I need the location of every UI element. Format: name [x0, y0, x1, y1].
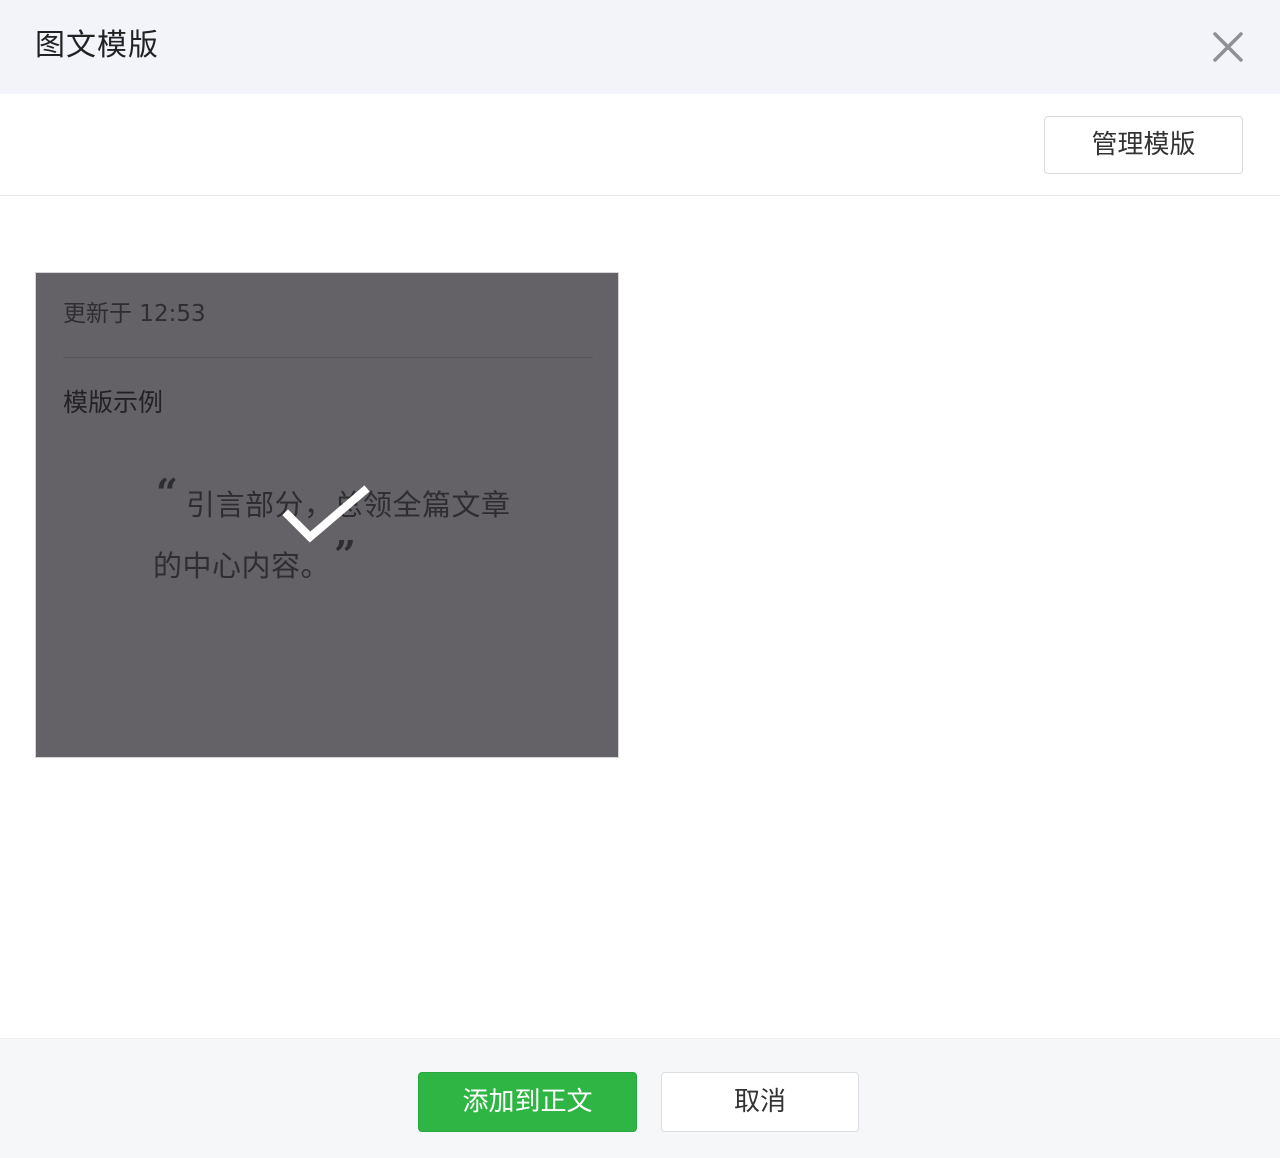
template-card[interactable]: 更新于 12:53 模版示例 “ 引言部分，总领全篇文章 的中心内容。 ” [35, 272, 619, 758]
card-title: 模版示例 [63, 388, 164, 417]
add-to-content-button[interactable]: 添加到正文 [418, 1072, 637, 1132]
manage-templates-button[interactable]: 管理模版 [1044, 116, 1243, 174]
cancel-button[interactable]: 取消 [661, 1072, 859, 1132]
dialog-footer: 添加到正文 取消 [0, 1038, 1280, 1158]
quote-open-mark: “ [156, 470, 178, 515]
dialog-title: 图文模版 [35, 28, 159, 63]
dialog-toolbar: 管理模版 [0, 94, 1280, 196]
checkmark-icon [282, 485, 370, 543]
close-icon [1213, 32, 1243, 62]
template-dialog: 图文模版 管理模版 更新于 12:53 模版示例 “ 引言部分，总领全篇文章 的… [0, 0, 1280, 1158]
quote-text-line-2: 的中心内容。 [153, 549, 331, 583]
close-button[interactable] [1206, 25, 1250, 69]
card-divider [63, 357, 593, 358]
card-updated-time: 更新于 12:53 [63, 301, 206, 327]
dialog-header: 图文模版 [0, 0, 1280, 94]
